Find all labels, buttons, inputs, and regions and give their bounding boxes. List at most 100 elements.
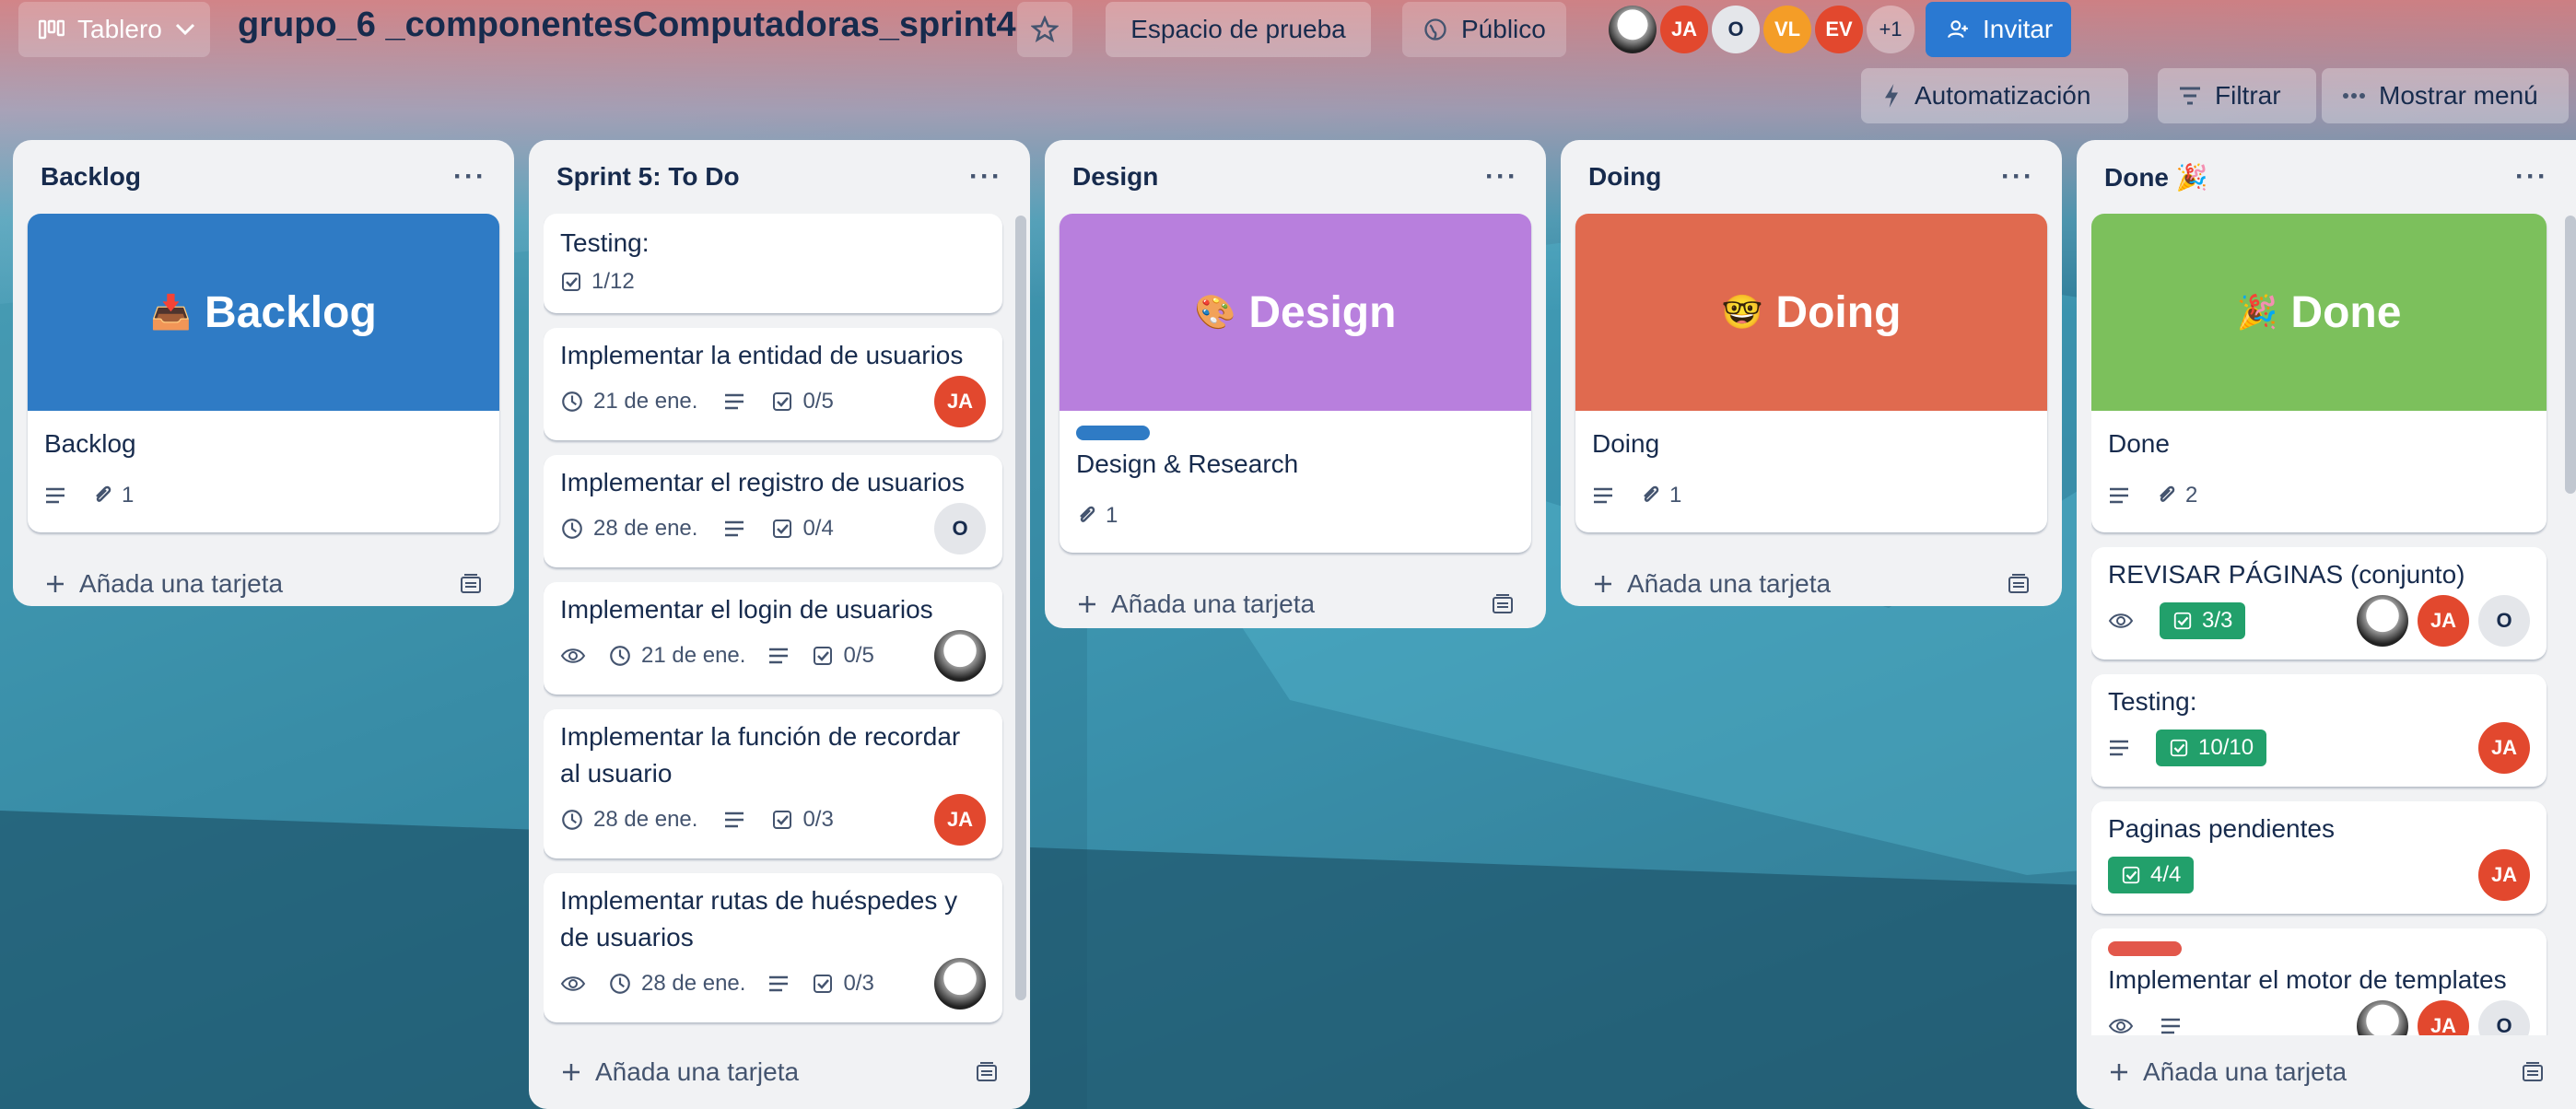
attachment-count: 1	[1106, 503, 1118, 528]
attachment-count: 1	[122, 483, 135, 508]
card[interactable]: Paginas pendientes 4/4 JA	[2091, 801, 2547, 914]
avatar[interactable]	[934, 958, 986, 1010]
avatar[interactable]: VL	[1763, 6, 1811, 53]
card-title: Done	[2108, 429, 2170, 458]
view-switcher-button[interactable]: Tablero	[18, 2, 210, 57]
invite-button[interactable]: Invitar	[1926, 2, 2071, 57]
card[interactable]: 🎨 Design Design & Research 1	[1060, 214, 1531, 553]
card[interactable]: 📥 Backlog Backlog 1	[28, 214, 499, 532]
scrollbar[interactable]	[1015, 216, 1026, 1000]
card[interactable]: Implementar el motor de templates JA O	[2091, 928, 2547, 1035]
add-card-label: Añada una tarjeta	[2143, 1057, 2348, 1086]
card[interactable]: Implementar la función de recordar al us…	[544, 709, 1002, 858]
card[interactable]: Implementar el login de usuarios 21 de e…	[544, 582, 1002, 695]
description-icon	[767, 647, 790, 665]
card[interactable]: Testing: 10/10 JA	[2091, 674, 2547, 787]
list-more-icon[interactable]: ···	[2001, 161, 2034, 193]
board-title[interactable]: grupo_6 _componentesComputadoras_sprint4	[238, 6, 1016, 45]
star-button[interactable]	[1017, 2, 1072, 57]
avatar[interactable]: JA	[2478, 849, 2530, 901]
card[interactable]: Implementar rutas de huéspedes y de usua…	[544, 873, 1002, 1022]
avatar[interactable]: O	[2478, 595, 2530, 647]
list-title[interactable]: Backlog	[41, 162, 141, 192]
cover-emoji: 📥	[150, 293, 193, 331]
template-icon[interactable]	[459, 573, 483, 595]
card-label[interactable]	[1076, 426, 1150, 440]
avatar[interactable]: JA	[1660, 6, 1708, 53]
checklist-icon	[560, 271, 582, 293]
card-title: Doing	[1592, 429, 1660, 458]
checklist-badge: 3/3	[2160, 602, 2246, 639]
template-icon[interactable]	[2521, 1061, 2545, 1083]
list-more-icon[interactable]: ···	[2515, 161, 2548, 193]
lightning-icon	[1881, 83, 1902, 109]
eye-icon	[560, 975, 586, 993]
more-members-button[interactable]: +1	[1867, 6, 1914, 53]
card-title: REVISAR PÁGINAS (conjunto)	[2108, 560, 2465, 589]
list-title[interactable]: Design	[1072, 162, 1158, 192]
visibility-button[interactable]: Público	[1402, 2, 1566, 57]
member-avatars: JA O VL EV +1	[1609, 6, 1914, 53]
avatar[interactable]: EV	[1815, 6, 1863, 53]
cover-emoji: 🎨	[1194, 293, 1236, 331]
card[interactable]: 🤓 Doing Doing 1	[1575, 214, 2047, 532]
card[interactable]: REVISAR PÁGINAS (conjunto) 3/3 JA O	[2091, 547, 2547, 660]
add-card-button[interactable]: Añada una tarjeta	[44, 569, 283, 599]
add-user-icon	[1946, 18, 1970, 41]
visibility-label: Público	[1461, 15, 1546, 43]
card[interactable]: 🎉 Done Done 2	[2091, 214, 2547, 532]
list-more-icon[interactable]: ···	[969, 161, 1002, 193]
avatar[interactable]: JA	[2478, 722, 2530, 774]
card[interactable]: Implementar la entidad de usuarios 21 de…	[544, 328, 1002, 440]
show-menu-button[interactable]: Mostrar menú	[2322, 68, 2569, 123]
scrollbar[interactable]	[2565, 216, 2576, 494]
workspace-button[interactable]: Espacio de prueba	[1106, 2, 1371, 57]
checklist-count: 0/3	[843, 971, 874, 996]
checklist-count: 0/4	[802, 516, 834, 541]
card[interactable]: Testing: 1/12	[544, 214, 1002, 313]
list-title[interactable]: Sprint 5: To Do	[556, 162, 740, 192]
add-card-label: Añada una tarjeta	[1627, 569, 1832, 598]
star-icon	[1031, 16, 1059, 43]
template-icon[interactable]	[2007, 573, 2031, 595]
avatar[interactable]: O	[2478, 1000, 2530, 1035]
attachment-icon	[1076, 504, 1096, 528]
description-icon	[1592, 486, 1614, 505]
card-title: Implementar rutas de huéspedes y de usua…	[560, 886, 958, 951]
add-card-label: Añada una tarjeta	[1111, 590, 1316, 618]
card-label[interactable]	[2108, 941, 2182, 956]
avatar[interactable]: O	[1712, 6, 1760, 53]
description-icon	[2108, 739, 2130, 757]
checklist-icon	[771, 391, 793, 413]
filter-button[interactable]: Filtrar	[2158, 68, 2316, 123]
avatar[interactable]: JA	[934, 376, 986, 427]
description-icon	[723, 811, 745, 829]
clock-icon	[608, 972, 632, 996]
avatar[interactable]: JA	[2418, 595, 2469, 647]
automation-button[interactable]: Automatización	[1861, 68, 2128, 123]
add-card-label: Añada una tarjeta	[595, 1057, 800, 1086]
list-more-icon[interactable]: ···	[1485, 161, 1518, 193]
avatar[interactable]: JA	[2418, 1000, 2469, 1035]
list-title[interactable]: Done 🎉	[2104, 162, 2208, 193]
add-card-button[interactable]: Añada una tarjeta	[560, 1057, 799, 1087]
avatar[interactable]: O	[934, 503, 986, 554]
list-title[interactable]: Doing	[1588, 162, 1661, 192]
clock-icon	[608, 644, 632, 668]
template-icon[interactable]	[1491, 593, 1515, 615]
add-card-button[interactable]: Añada una tarjeta	[1592, 569, 1831, 599]
avatar[interactable]	[2357, 1000, 2408, 1035]
checklist-icon	[771, 809, 793, 831]
avatar[interactable]	[2357, 595, 2408, 647]
avatar[interactable]: JA	[934, 794, 986, 846]
due-date: 28 de ene.	[593, 807, 698, 832]
add-card-button[interactable]: Añada una tarjeta	[1076, 590, 1315, 619]
list-more-icon[interactable]: ···	[453, 161, 486, 193]
template-icon[interactable]	[975, 1061, 999, 1083]
description-icon	[2160, 1017, 2182, 1035]
avatar[interactable]	[934, 630, 986, 682]
add-card-button[interactable]: Añada una tarjeta	[2108, 1057, 2347, 1087]
avatar[interactable]	[1609, 6, 1657, 53]
card[interactable]: Implementar el registro de usuarios 28 d…	[544, 455, 1002, 567]
checklist-count: 3/3	[2202, 608, 2233, 633]
